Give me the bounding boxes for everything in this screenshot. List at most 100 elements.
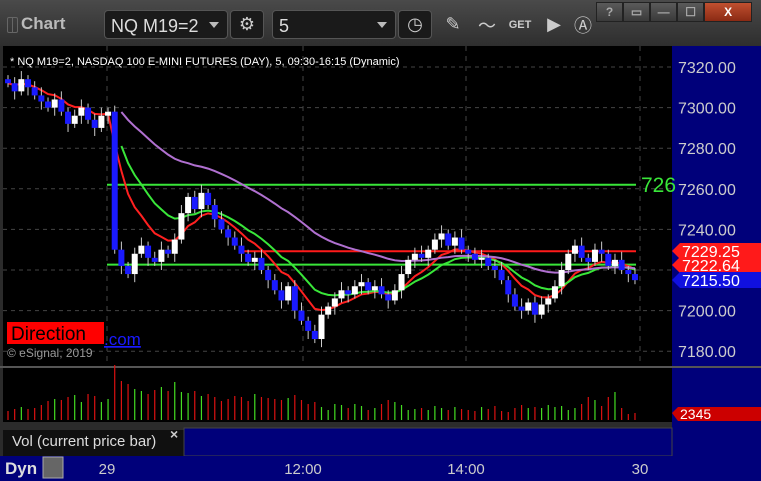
candle-body (198, 192, 205, 210)
candle-body (598, 249, 605, 254)
price-marker-label: 7215.50 (682, 273, 740, 290)
y-tick-label: 7320.00 (678, 60, 736, 77)
candle-body (265, 270, 272, 281)
candle-body (351, 286, 358, 295)
candle-body (271, 280, 278, 291)
candle-body (5, 79, 11, 84)
pencil-icon[interactable]: ✎ (436, 10, 470, 39)
candle-body (325, 306, 332, 315)
y-tick-label: 7300.00 (678, 101, 736, 118)
x-tick-label: 14:00 (447, 461, 485, 478)
candle-body (358, 282, 365, 287)
candle-body (338, 290, 345, 299)
link-button[interactable]: ▭ (623, 2, 651, 22)
candle-body (165, 249, 172, 254)
candle-body (125, 265, 132, 275)
candle-body (278, 290, 285, 301)
candle-body (105, 111, 112, 116)
chart-legend: * NQ M19=2, NASDAQ 100 E-MINI FUTURES (D… (10, 56, 400, 68)
x-tick-label: 12:00 (284, 461, 322, 478)
candle-body (31, 87, 38, 96)
copyright-text: © eSignal, 2019 (7, 346, 93, 360)
dyn-label[interactable]: Dyn (5, 459, 37, 478)
interval-select[interactable]: 5 (272, 10, 396, 39)
candle-body (231, 237, 238, 246)
title-bar: Chart NQ M19=2 ⚙ 5 ◷ ✎ 〜 GET ▶ Ⓐ ? ▭ — ☐… (0, 0, 761, 46)
candle-body (551, 286, 558, 299)
candle-body (211, 205, 218, 220)
lock-icon[interactable] (42, 456, 64, 479)
drag-grip-icon[interactable] (7, 17, 18, 33)
candle-body (538, 304, 545, 315)
candle-body (285, 286, 292, 301)
study-bar (183, 427, 673, 457)
alert-icon[interactable]: Ⓐ (566, 10, 600, 39)
y-tick-label: 7200.00 (678, 304, 736, 321)
line-value-label: 726 (641, 174, 676, 197)
clock-icon[interactable]: ◷ (398, 10, 432, 39)
candle-body (411, 253, 418, 260)
help-button[interactable]: ? (596, 2, 624, 22)
candle-body (365, 282, 372, 291)
candle-body (138, 245, 145, 254)
candle-body (531, 302, 538, 315)
candle-body (131, 253, 138, 275)
candle-body (398, 274, 405, 291)
x-tick-label: 30 (632, 461, 649, 478)
candle-body (511, 294, 518, 307)
chart-area[interactable]: Vol (current price bar) × Dyn 7320.00 730… (0, 46, 761, 481)
candle-body (258, 257, 265, 270)
candle-body (65, 111, 72, 124)
maximize-button[interactable]: ☐ (677, 2, 705, 22)
close-button[interactable]: X (704, 2, 753, 22)
candle-body (445, 233, 452, 246)
candle-body (251, 257, 258, 262)
y-tick-label: 7180.00 (678, 344, 736, 361)
get-icon[interactable]: GET (503, 10, 537, 39)
candle-body (18, 79, 25, 92)
candle-body (318, 314, 325, 340)
candle-body (185, 196, 192, 214)
interval-value: 5 (279, 16, 290, 36)
price-pane[interactable] (3, 46, 672, 366)
candle-body (518, 306, 525, 311)
candle-body (111, 111, 118, 250)
candle-body (525, 302, 532, 311)
candle-body (425, 249, 432, 258)
window-title: Chart (21, 14, 66, 33)
candle-body (171, 239, 178, 254)
y-tick-label: 7240.00 (678, 222, 736, 239)
candle-body (491, 265, 498, 270)
candle-body (591, 249, 598, 262)
study-icon[interactable]: 〜 (470, 10, 504, 39)
candle-body (98, 115, 105, 128)
candle-body (378, 286, 385, 295)
candle-body (71, 115, 78, 124)
close-study-icon[interactable]: × (170, 426, 178, 442)
settings-gear-icon[interactable]: ⚙ (230, 10, 264, 39)
minimize-button[interactable]: — (650, 2, 678, 22)
candle-body (485, 257, 492, 266)
y-tick-label: 7280.00 (678, 141, 736, 158)
candle-body (45, 101, 52, 108)
candle-body (158, 249, 165, 262)
candle-body (618, 259, 625, 270)
candle-body (311, 330, 318, 340)
candle-body (345, 290, 352, 295)
candle-body (478, 257, 485, 260)
watermark-link[interactable]: .com (104, 330, 141, 349)
candle-body (225, 229, 232, 238)
symbol-select[interactable]: NQ M19=2 (104, 10, 228, 39)
candle-body (38, 95, 45, 102)
candle-body (58, 99, 65, 112)
volume-pane[interactable] (3, 368, 672, 422)
candle-body (385, 294, 392, 301)
candle-body (498, 270, 505, 281)
candle-body (85, 107, 92, 120)
candle-body (611, 259, 618, 266)
candle-body (451, 237, 458, 246)
candle-body (505, 280, 512, 295)
candle-body (25, 79, 32, 88)
candle-body (305, 320, 312, 331)
candle-body (625, 270, 632, 275)
